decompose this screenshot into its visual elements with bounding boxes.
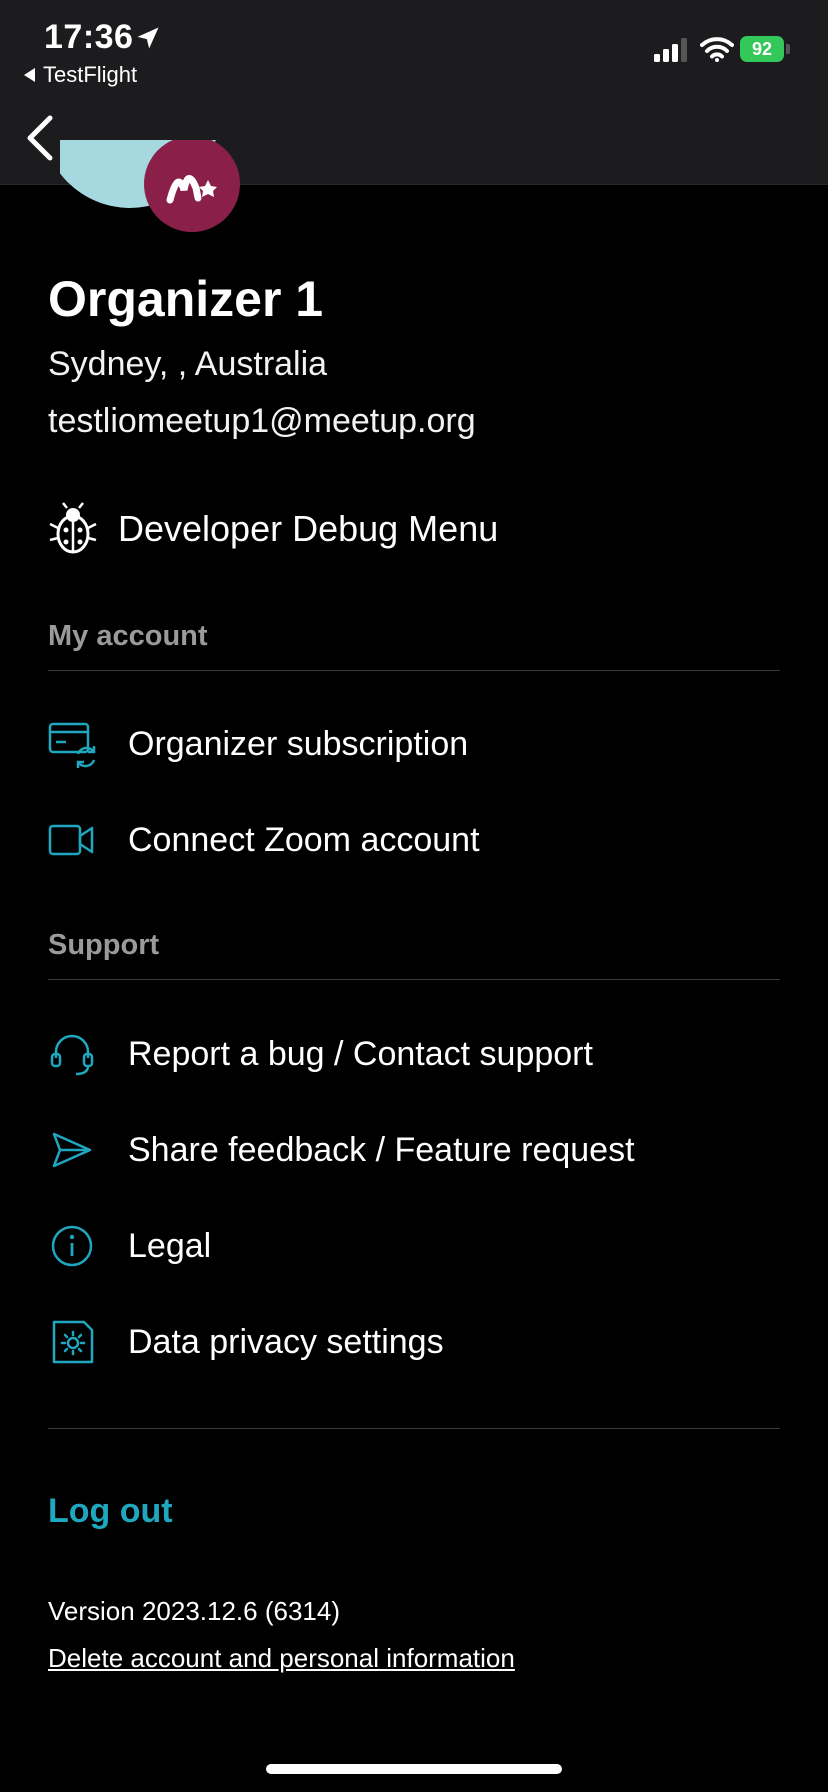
video-camera-icon <box>48 824 94 856</box>
battery-icon: 92 <box>740 36 790 62</box>
connect-zoom-item[interactable]: Connect Zoom account <box>48 810 480 870</box>
location-arrow-icon <box>137 27 159 49</box>
divider <box>48 670 780 671</box>
status-time: 17:36 <box>44 18 134 56</box>
section-header-my-account: My account <box>48 620 208 652</box>
divider <box>48 1428 780 1429</box>
wifi-icon <box>700 37 734 62</box>
chevron-left-icon[interactable] <box>22 112 58 164</box>
delete-account-link[interactable]: Delete account and personal information <box>48 1643 515 1674</box>
debug-menu-label: Developer Debug Menu <box>118 508 499 549</box>
data-privacy-item[interactable]: Data privacy settings <box>48 1312 444 1372</box>
legal-label: Legal <box>128 1226 212 1265</box>
battery-level: 92 <box>740 36 784 62</box>
profile-email: testliomeetup1@meetup.org <box>48 402 476 440</box>
bug-icon <box>49 502 97 554</box>
back-triangle-icon <box>24 68 35 82</box>
send-icon <box>52 1132 92 1168</box>
back-to-app-link[interactable]: TestFlight <box>24 62 137 88</box>
home-indicator[interactable] <box>266 1764 562 1774</box>
profile-name: Organizer 1 <box>48 271 324 327</box>
avatar[interactable] <box>60 140 250 240</box>
back-app-label: TestFlight <box>43 62 138 87</box>
share-feedback-item[interactable]: Share feedback / Feature request <box>48 1120 635 1180</box>
privacy-settings-icon <box>52 1320 94 1364</box>
card-refresh-icon <box>48 722 96 768</box>
divider <box>48 979 780 980</box>
profile-location: Sydney, , Australia <box>48 345 328 383</box>
signal-icon <box>654 38 687 62</box>
connect-zoom-label: Connect Zoom account <box>128 820 480 859</box>
developer-debug-menu-button[interactable]: Developer Debug Menu <box>48 502 498 556</box>
data-privacy-label: Data privacy settings <box>128 1322 444 1361</box>
organizer-subscription-label: Organizer subscription <box>128 724 469 763</box>
organizer-subscription-item[interactable]: Organizer subscription <box>48 714 468 774</box>
legal-item[interactable]: Legal <box>48 1216 211 1276</box>
headset-icon <box>50 1034 94 1076</box>
version-text: Version 2023.12.6 (6314) <box>48 1596 340 1626</box>
info-icon <box>51 1225 93 1267</box>
report-bug-item[interactable]: Report a bug / Contact support <box>48 1024 593 1084</box>
report-bug-label: Report a bug / Contact support <box>128 1034 593 1073</box>
share-feedback-label: Share feedback / Feature request <box>128 1130 635 1169</box>
section-header-support: Support <box>48 929 160 961</box>
logout-button[interactable]: Log out <box>48 1492 173 1531</box>
